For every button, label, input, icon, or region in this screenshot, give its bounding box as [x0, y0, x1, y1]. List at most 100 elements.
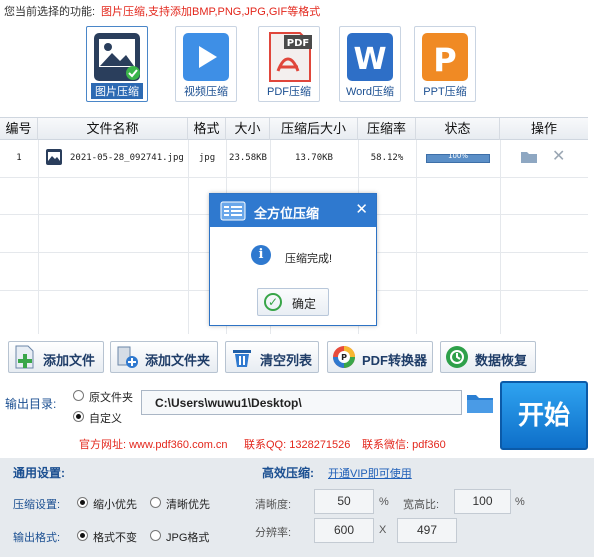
data-recovery-button[interactable]: 数据恢复 [440, 341, 536, 373]
resolution-separator: X [379, 524, 387, 536]
shrink-priority-label: 缩小优先 [93, 499, 137, 511]
clarity-label: 清晰度: [255, 499, 292, 511]
pdf-compress-button[interactable]: PDF PDF压缩 [258, 26, 320, 102]
dialog-message: 压缩完成! [285, 253, 333, 265]
svg-text:W: W [353, 42, 386, 77]
pdf-converter-button[interactable]: P PDF转换器 [327, 341, 433, 373]
add-file-icon [15, 345, 34, 369]
col-filename: 文件名称 [38, 118, 188, 140]
original-folder-label: 原文件夹 [89, 392, 133, 404]
data-recovery-label: 数据恢复 [475, 353, 528, 368]
check-icon: ✓ [264, 293, 282, 311]
ok-button[interactable]: ✓ 确定 [257, 288, 329, 316]
svg-text:PDF: PDF [287, 38, 309, 49]
open-folder-icon[interactable] [520, 150, 538, 164]
col-index: 编号 [0, 118, 38, 140]
qq-text: 联系QQ: 1328271526 [244, 439, 351, 451]
image-compress-icon [94, 33, 140, 81]
browse-folder-icon[interactable] [466, 392, 494, 414]
jpg-format-label: JPG格式 [166, 532, 210, 544]
clarity-priority-label: 清晰优先 [166, 499, 210, 511]
word-compress-icon: W [347, 33, 393, 81]
svg-text:P: P [433, 41, 456, 79]
website-text: 官方网址: www.pdf360.com.cn [79, 439, 228, 451]
col-actions: 操作 [530, 121, 557, 136]
row-index: 1 [16, 153, 22, 163]
clarity-input[interactable]: 50 [314, 489, 374, 514]
output-format-label: 输出格式: [13, 532, 61, 544]
compress-setting-label: 压缩设置: [13, 499, 61, 511]
info-icon: i [251, 245, 271, 265]
ppt-compress-icon: P [422, 33, 468, 81]
svg-text:P: P [341, 353, 347, 362]
video-compress-button[interactable]: 视频压缩 [175, 26, 237, 102]
aspect-ratio-label: 宽高比: [403, 499, 440, 511]
data-recovery-icon [446, 346, 468, 368]
col-compressed-size: 压缩后大小 [270, 118, 358, 140]
row-ratio: 58.12% [370, 153, 404, 163]
col-format: 格式 [188, 118, 226, 140]
trash-icon [233, 350, 251, 367]
row-progress-bar: 100% [426, 152, 490, 163]
video-compress-label: 视频压缩 [184, 86, 228, 98]
jpg-format-radio[interactable] [150, 530, 161, 541]
app-logo-icon [220, 201, 246, 221]
row-status: 100% [447, 152, 468, 160]
image-file-icon [46, 149, 62, 165]
general-settings-title: 通用设置: [13, 466, 65, 480]
row-compressed-size: 13.70KB [295, 153, 333, 163]
ok-button-label: 确定 [292, 297, 317, 311]
add-folder-icon [117, 346, 138, 368]
start-button[interactable]: 开始 [500, 381, 588, 450]
current-function-label: 您当前选择的功能: [4, 6, 96, 18]
word-compress-button[interactable]: W Word压缩 [339, 26, 401, 102]
row-format: jpg [198, 153, 216, 163]
custom-folder-radio[interactable] [73, 411, 84, 422]
image-compress-button[interactable]: 图片压缩 [86, 26, 148, 102]
output-directory-label: 输出目录: [5, 397, 57, 411]
aspect-percent: % [515, 496, 525, 508]
aspect-ratio-input[interactable]: 100 [454, 489, 511, 514]
keep-format-label: 格式不变 [93, 532, 137, 544]
completion-dialog: 全方位压缩 ✕ i 压缩完成! ✓ 确定 [209, 193, 377, 326]
col-ratio: 压缩率 [358, 118, 416, 140]
keep-format-radio[interactable] [77, 530, 88, 541]
format-support-note: 图片压缩,支持添加BMP,PNG,JPG,GIF等格式 [101, 6, 321, 18]
add-file-button[interactable]: 添加文件 [8, 341, 104, 373]
table-header: 编号 文件名称 格式 大小 压缩后大小 压缩率 状态 操作 [0, 118, 588, 140]
settings-panel: 通用设置: 高效压缩: 开通VIP即可使用 压缩设置: 缩小优先 清晰优先 输出… [0, 458, 594, 557]
pdf-converter-icon: P [333, 346, 355, 368]
ppt-compress-label: PPT压缩 [423, 86, 467, 98]
pdf-converter-label: PDF转换器 [362, 353, 428, 368]
dialog-title: 全方位压缩 [254, 206, 320, 221]
pdf-compress-icon: PDF [269, 32, 312, 82]
row-size: 23.58KB [229, 153, 267, 163]
col-status: 状态 [416, 118, 500, 140]
close-icon[interactable]: ✕ [355, 200, 368, 218]
ppt-compress-button[interactable]: P PPT压缩 [414, 26, 476, 102]
clarity-percent: % [379, 496, 389, 508]
clarity-priority-radio[interactable] [150, 497, 161, 508]
output-path-field[interactable]: C:\Users\wuwu1\Desktop\ [141, 390, 462, 415]
add-folder-label: 添加文件夹 [145, 353, 211, 368]
wechat-text: 联系微信: pdf360 [362, 439, 446, 451]
col-size: 大小 [226, 118, 270, 140]
custom-folder-label: 自定义 [89, 413, 122, 425]
shrink-priority-radio[interactable] [77, 497, 88, 508]
resolution-height-input[interactable]: 497 [397, 518, 457, 543]
dialog-header: 全方位压缩 ✕ [210, 194, 376, 227]
resolution-width-input[interactable]: 600 [314, 518, 374, 543]
output-path-value: C:\Users\wuwu1\Desktop\ [155, 396, 302, 410]
add-folder-button[interactable]: 添加文件夹 [110, 341, 218, 373]
clear-list-button[interactable]: 清空列表 [225, 341, 319, 373]
resolution-label: 分辨率: [255, 527, 292, 539]
efficient-compress-title: 高效压缩: [262, 466, 314, 480]
original-folder-radio[interactable] [73, 390, 84, 401]
video-compress-icon [183, 33, 229, 81]
delete-row-icon[interactable]: ✕ [552, 146, 565, 166]
add-file-label: 添加文件 [43, 353, 96, 368]
clear-list-label: 清空列表 [260, 353, 313, 368]
row-filename: 2021-05-28_092741.jpg [70, 153, 184, 163]
vip-link[interactable]: 开通VIP即可使用 [328, 465, 412, 481]
word-compress-label: Word压缩 [345, 86, 395, 98]
